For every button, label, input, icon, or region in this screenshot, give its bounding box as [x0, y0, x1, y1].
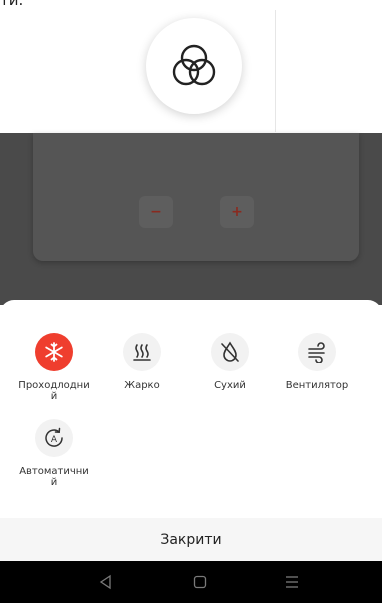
- auto-icon: A: [45, 427, 63, 447]
- mode-icon-wrap: [123, 333, 161, 371]
- close-button[interactable]: Закрити: [0, 518, 382, 561]
- mode-icon-wrap: [211, 333, 249, 371]
- system-nav-bar: [0, 561, 382, 603]
- dry-icon: [221, 341, 239, 362]
- three-circles-icon: [172, 44, 216, 86]
- device-logo-badge: [146, 18, 242, 114]
- mode-cool[interactable]: Проходлодний: [14, 333, 94, 402]
- mode-label: Автоматичний: [19, 466, 89, 488]
- mode-heat[interactable]: Жарко: [102, 333, 182, 391]
- mode-label: Сухий: [214, 380, 246, 391]
- home-icon[interactable]: [192, 574, 208, 590]
- heat-icon: [133, 344, 151, 361]
- mode-label: Вентилятор: [285, 380, 349, 391]
- mode-icon-wrap: A: [35, 419, 73, 457]
- control-panel: [33, 133, 359, 261]
- mode-dry[interactable]: Сухий: [190, 333, 270, 391]
- menu-icon[interactable]: [284, 574, 300, 590]
- svg-text:A: A: [51, 435, 58, 445]
- back-icon[interactable]: [98, 574, 114, 590]
- mode-label: Проходлодний: [18, 380, 90, 402]
- mode-label: Жарко: [124, 380, 160, 391]
- mode-fan[interactable]: Вентилятор: [277, 333, 357, 391]
- vertical-divider: [275, 10, 276, 132]
- decrease-button[interactable]: −: [139, 196, 173, 228]
- mode-icon-wrap: [298, 333, 336, 371]
- increase-button[interactable]: +: [220, 196, 254, 228]
- mode-auto[interactable]: A Автоматичний: [14, 419, 94, 488]
- mode-icon-wrap: [35, 333, 73, 371]
- snowflake-icon: [45, 342, 63, 362]
- fan-icon: [308, 342, 325, 363]
- top-partial-text: ти.: [0, 0, 24, 9]
